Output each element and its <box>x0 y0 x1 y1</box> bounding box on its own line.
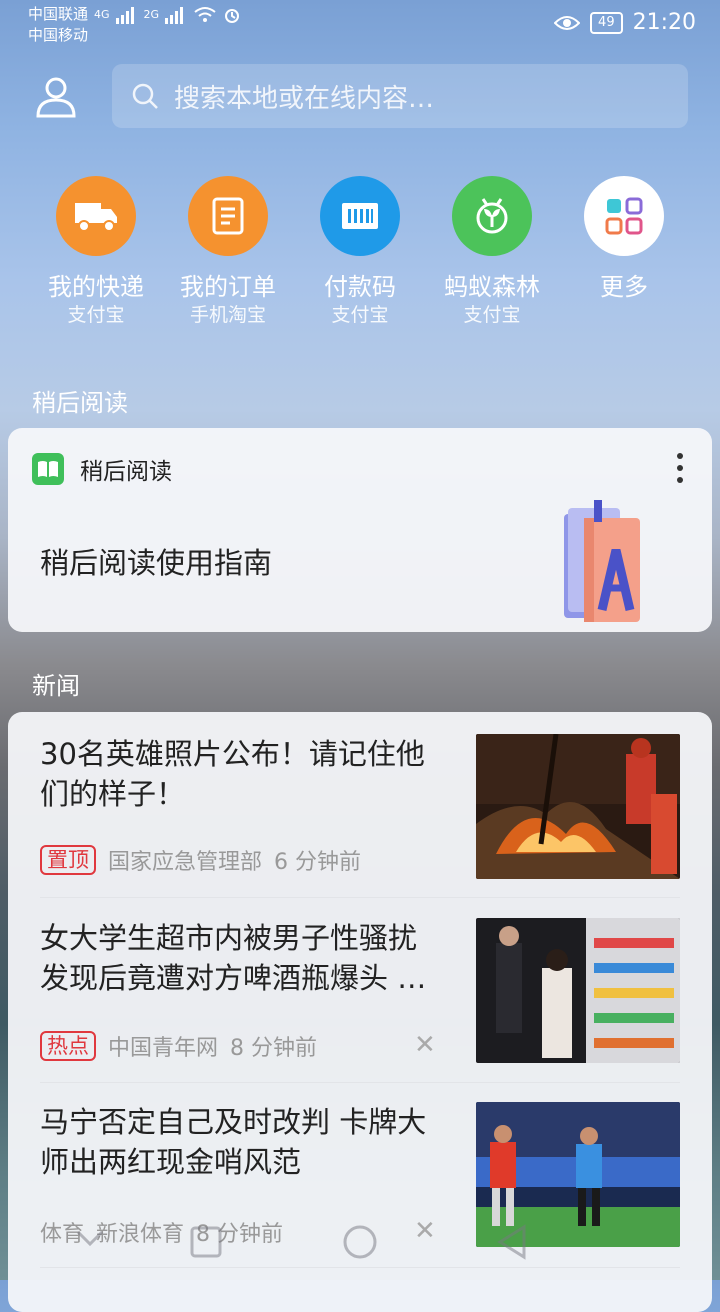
clock: 21:20 <box>632 10 696 35</box>
nav-recents-icon[interactable] <box>190 1226 222 1258</box>
eye-icon <box>554 15 581 30</box>
signal-icon <box>115 6 134 24</box>
barcode-icon <box>342 203 378 229</box>
truck-icon <box>75 203 117 232</box>
news-source: 国家应急管理部 <box>108 850 263 875</box>
hot-badge: 热点 <box>40 1031 96 1061</box>
news-source: 中国青年网 <box>108 1036 219 1061</box>
signal-icon-2 <box>165 6 184 24</box>
shortcut-icon-circle <box>56 176 136 256</box>
search-bar[interactable]: 搜索本地或在线内容… <box>112 64 688 128</box>
shortcut-subtitle: 支付宝 <box>331 304 389 326</box>
network-2: 2G <box>143 8 160 21</box>
section-title-news: 新闻 <box>32 672 80 700</box>
shortcut-title: 我的快递 <box>48 273 144 301</box>
news-title: 30名英雄照片公布！请记住他们的样子！ <box>40 737 425 811</box>
section-title-read-later: 稍后阅读 <box>32 389 128 417</box>
dismiss-icon[interactable]: ✕ <box>414 1030 436 1060</box>
shortcut-paycode[interactable]: 付款码 支付宝 <box>296 176 424 328</box>
book-icon <box>32 453 64 485</box>
shortcut-icon-circle <box>584 176 664 256</box>
profile-icon[interactable] <box>34 74 78 118</box>
divider <box>40 1082 680 1083</box>
news-item[interactable]: 女大学生超市内被男子性骚扰发现后竟遭对方啤酒瓶爆头 … 热点 中国青年网 8 分… <box>40 918 680 1068</box>
navigation-bar <box>0 1200 720 1280</box>
news-meta: 置顶 国家应急管理部 6 分钟前 <box>40 844 361 876</box>
read-later-card[interactable]: 稍后阅读 稍后阅读使用指南 <box>8 428 712 632</box>
nav-home-icon[interactable] <box>342 1224 378 1260</box>
shortcut-title: 蚂蚁森林 <box>444 273 540 301</box>
news-thumbnail-fire <box>476 734 680 879</box>
pinned-badge: 置顶 <box>40 845 96 875</box>
document-icon <box>212 197 244 235</box>
alarm-icon <box>225 8 240 23</box>
shortcut-icon-circle <box>320 176 400 256</box>
shortcut-title: 更多 <box>600 273 648 301</box>
news-thumbnail-supermarket <box>476 918 680 1063</box>
news-item[interactable]: 30名英雄照片公布！请记住他们的样子！ 置顶 国家应急管理部 6 分钟前 <box>40 734 680 884</box>
shortcut-icon-circle <box>452 176 532 256</box>
news-time: 6 分钟前 <box>274 850 362 875</box>
carrier-1: 中国联通 <box>28 5 89 23</box>
card-title: 稍后阅读 <box>80 459 172 485</box>
shortcut-ant-forest[interactable]: 蚂蚁森林 支付宝 <box>428 176 556 328</box>
card-header: 稍后阅读 <box>32 452 172 486</box>
search-placeholder: 搜索本地或在线内容… <box>174 83 435 114</box>
shortcut-icon-circle <box>188 176 268 256</box>
book-illustration-icon <box>564 500 640 622</box>
nav-down-icon[interactable] <box>76 1230 104 1248</box>
status-bar-left: 中国联通 4G 2G 中国移动 <box>28 4 241 46</box>
news-title: 女大学生超市内被男子性骚扰发现后竟遭对方啤酒瓶爆头 … <box>40 921 427 995</box>
wifi-icon <box>194 6 216 22</box>
battery-indicator: 49 <box>590 11 623 34</box>
shortcut-express[interactable]: 我的快递 支付宝 <box>32 176 160 328</box>
news-title: 马宁否定自己及时改判 卡牌大师出两红现金哨风范 <box>40 1105 427 1179</box>
network-1: 4G <box>94 8 110 21</box>
grid-icon <box>605 197 643 235</box>
status-bar-right: 49 21:20 <box>554 10 696 35</box>
shortcut-title: 付款码 <box>324 273 396 301</box>
shortcut-subtitle: 支付宝 <box>67 304 125 326</box>
shortcut-subtitle: 手机淘宝 <box>189 304 266 326</box>
shortcut-orders[interactable]: 我的订单 手机淘宝 <box>164 176 292 328</box>
read-later-guide-title[interactable]: 稍后阅读使用指南 <box>40 540 272 582</box>
shortcut-more[interactable]: 更多 <box>560 176 688 328</box>
search-icon <box>132 83 158 109</box>
shortcut-row: 我的快递 支付宝 我的订单 手机淘宝 付款码 支付宝 蚂蚁森林 支付宝 更多 <box>32 176 688 328</box>
more-options-icon[interactable] <box>676 452 684 484</box>
shortcut-subtitle: 支付宝 <box>463 304 521 326</box>
news-time: 8 分钟前 <box>230 1036 318 1061</box>
shortcut-title: 我的订单 <box>180 273 276 301</box>
carrier-2: 中国移动 <box>28 26 89 44</box>
divider <box>40 897 680 898</box>
nav-back-icon[interactable] <box>496 1224 528 1260</box>
news-meta: 热点 中国青年网 8 分钟前 <box>40 1030 317 1062</box>
sprout-icon <box>476 198 508 234</box>
